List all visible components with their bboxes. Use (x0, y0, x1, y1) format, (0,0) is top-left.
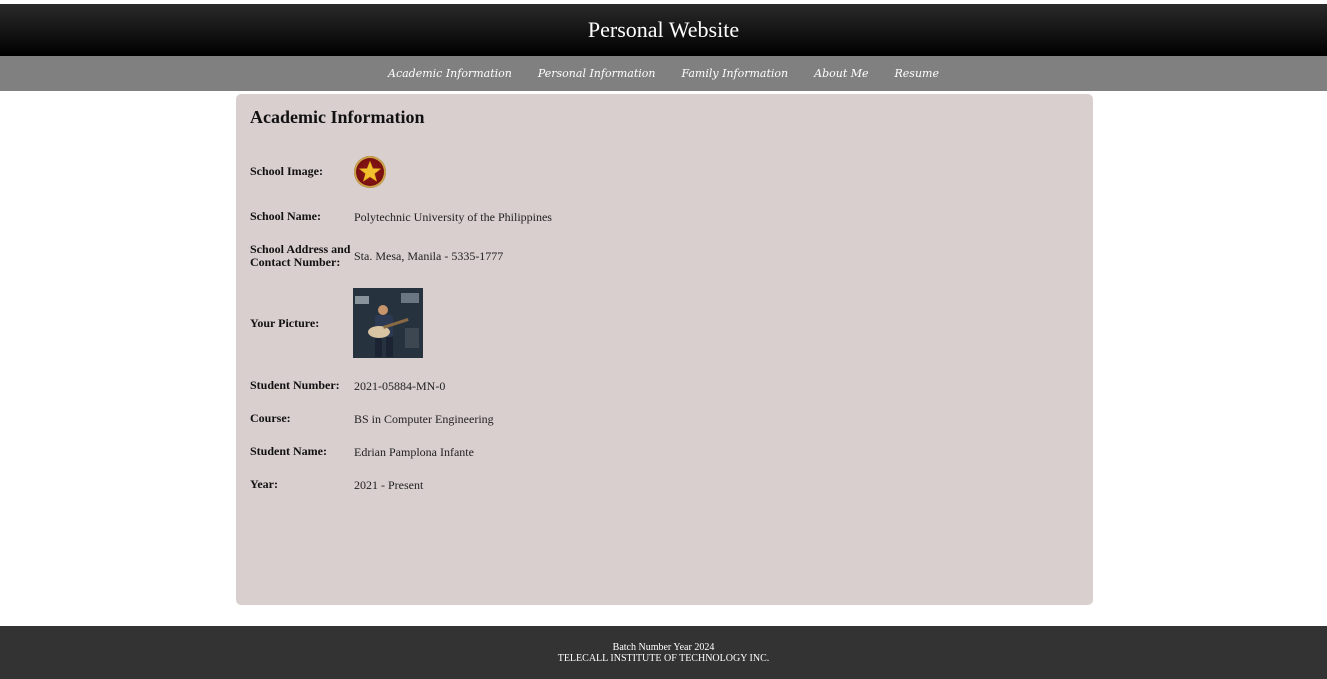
your-picture-label: Your Picture: (250, 316, 320, 330)
academic-info-panel: Academic Information School Image: Schoo… (236, 94, 1093, 605)
main-nav: Academic Information Personal Informatio… (0, 56, 1327, 91)
year-value: 2021 - Present (354, 478, 424, 492)
nav-about-me[interactable]: About Me (814, 67, 868, 80)
student-photo (353, 288, 423, 358)
site-title: Personal Website (587, 17, 740, 42)
year-label: Year: (250, 477, 278, 491)
guitarist-photo-icon (353, 288, 423, 358)
student-name-label: Student Name: (250, 444, 327, 458)
school-name-label: School Name: (250, 209, 321, 223)
student-number-label: Student Number: (250, 378, 340, 392)
school-address-label-line2: Contact Number: (250, 255, 341, 269)
student-number-value: 2021-05884-MN-0 (354, 379, 446, 393)
nav-family-information[interactable]: Family Information (681, 67, 788, 80)
star-icon (358, 160, 382, 182)
school-image-label: School Image: (250, 164, 323, 178)
course-label: Course: (250, 411, 291, 425)
nav-resume[interactable]: Resume (895, 67, 939, 80)
school-logo-image (354, 156, 386, 188)
student-name-value: Edrian Pamplona Infante (354, 445, 474, 459)
school-address-value: Sta. Mesa, Manila - 5335-1777 (354, 249, 504, 263)
footer-batch-text: Batch Number Year 2024 (612, 641, 715, 653)
course-value: BS in Computer Engineering (354, 412, 494, 426)
nav-personal-information[interactable]: Personal Information (538, 67, 656, 80)
site-footer: Batch Number Year 2024 TELECALL INSTITUT… (0, 626, 1327, 679)
site-header: Personal Website (0, 4, 1327, 56)
school-name-value: Polytechnic University of the Philippine… (354, 210, 552, 224)
nav-academic-information[interactable]: Academic Information (388, 67, 512, 80)
page-title: Academic Information (250, 107, 425, 127)
footer-institute-text: TELECALL INSTITUTE OF TECHNOLOGY INC. (557, 652, 770, 664)
